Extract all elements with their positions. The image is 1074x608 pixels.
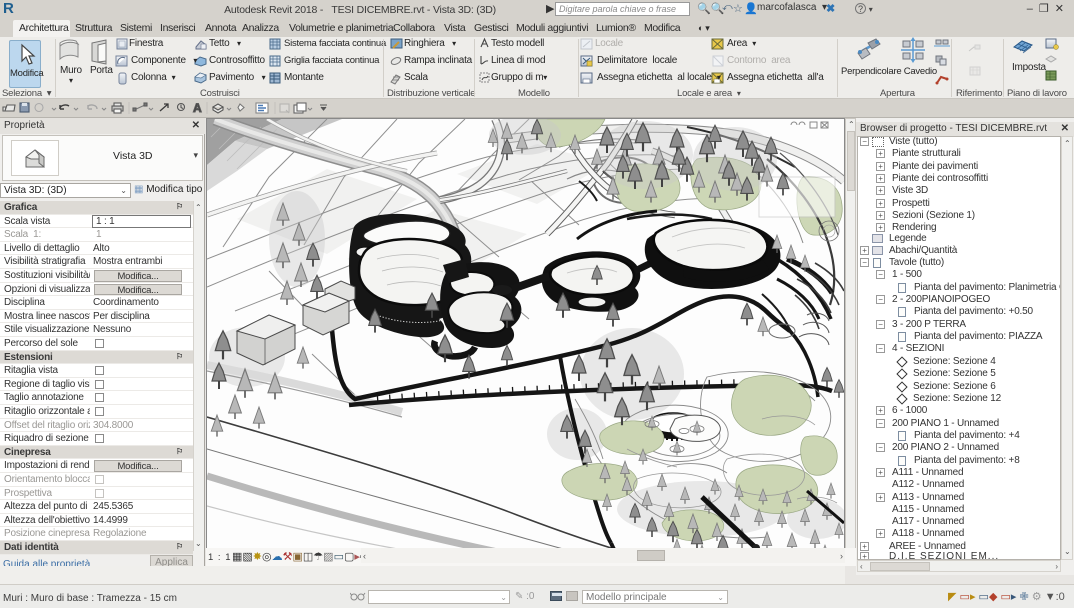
svg-text:A: A xyxy=(193,101,202,115)
